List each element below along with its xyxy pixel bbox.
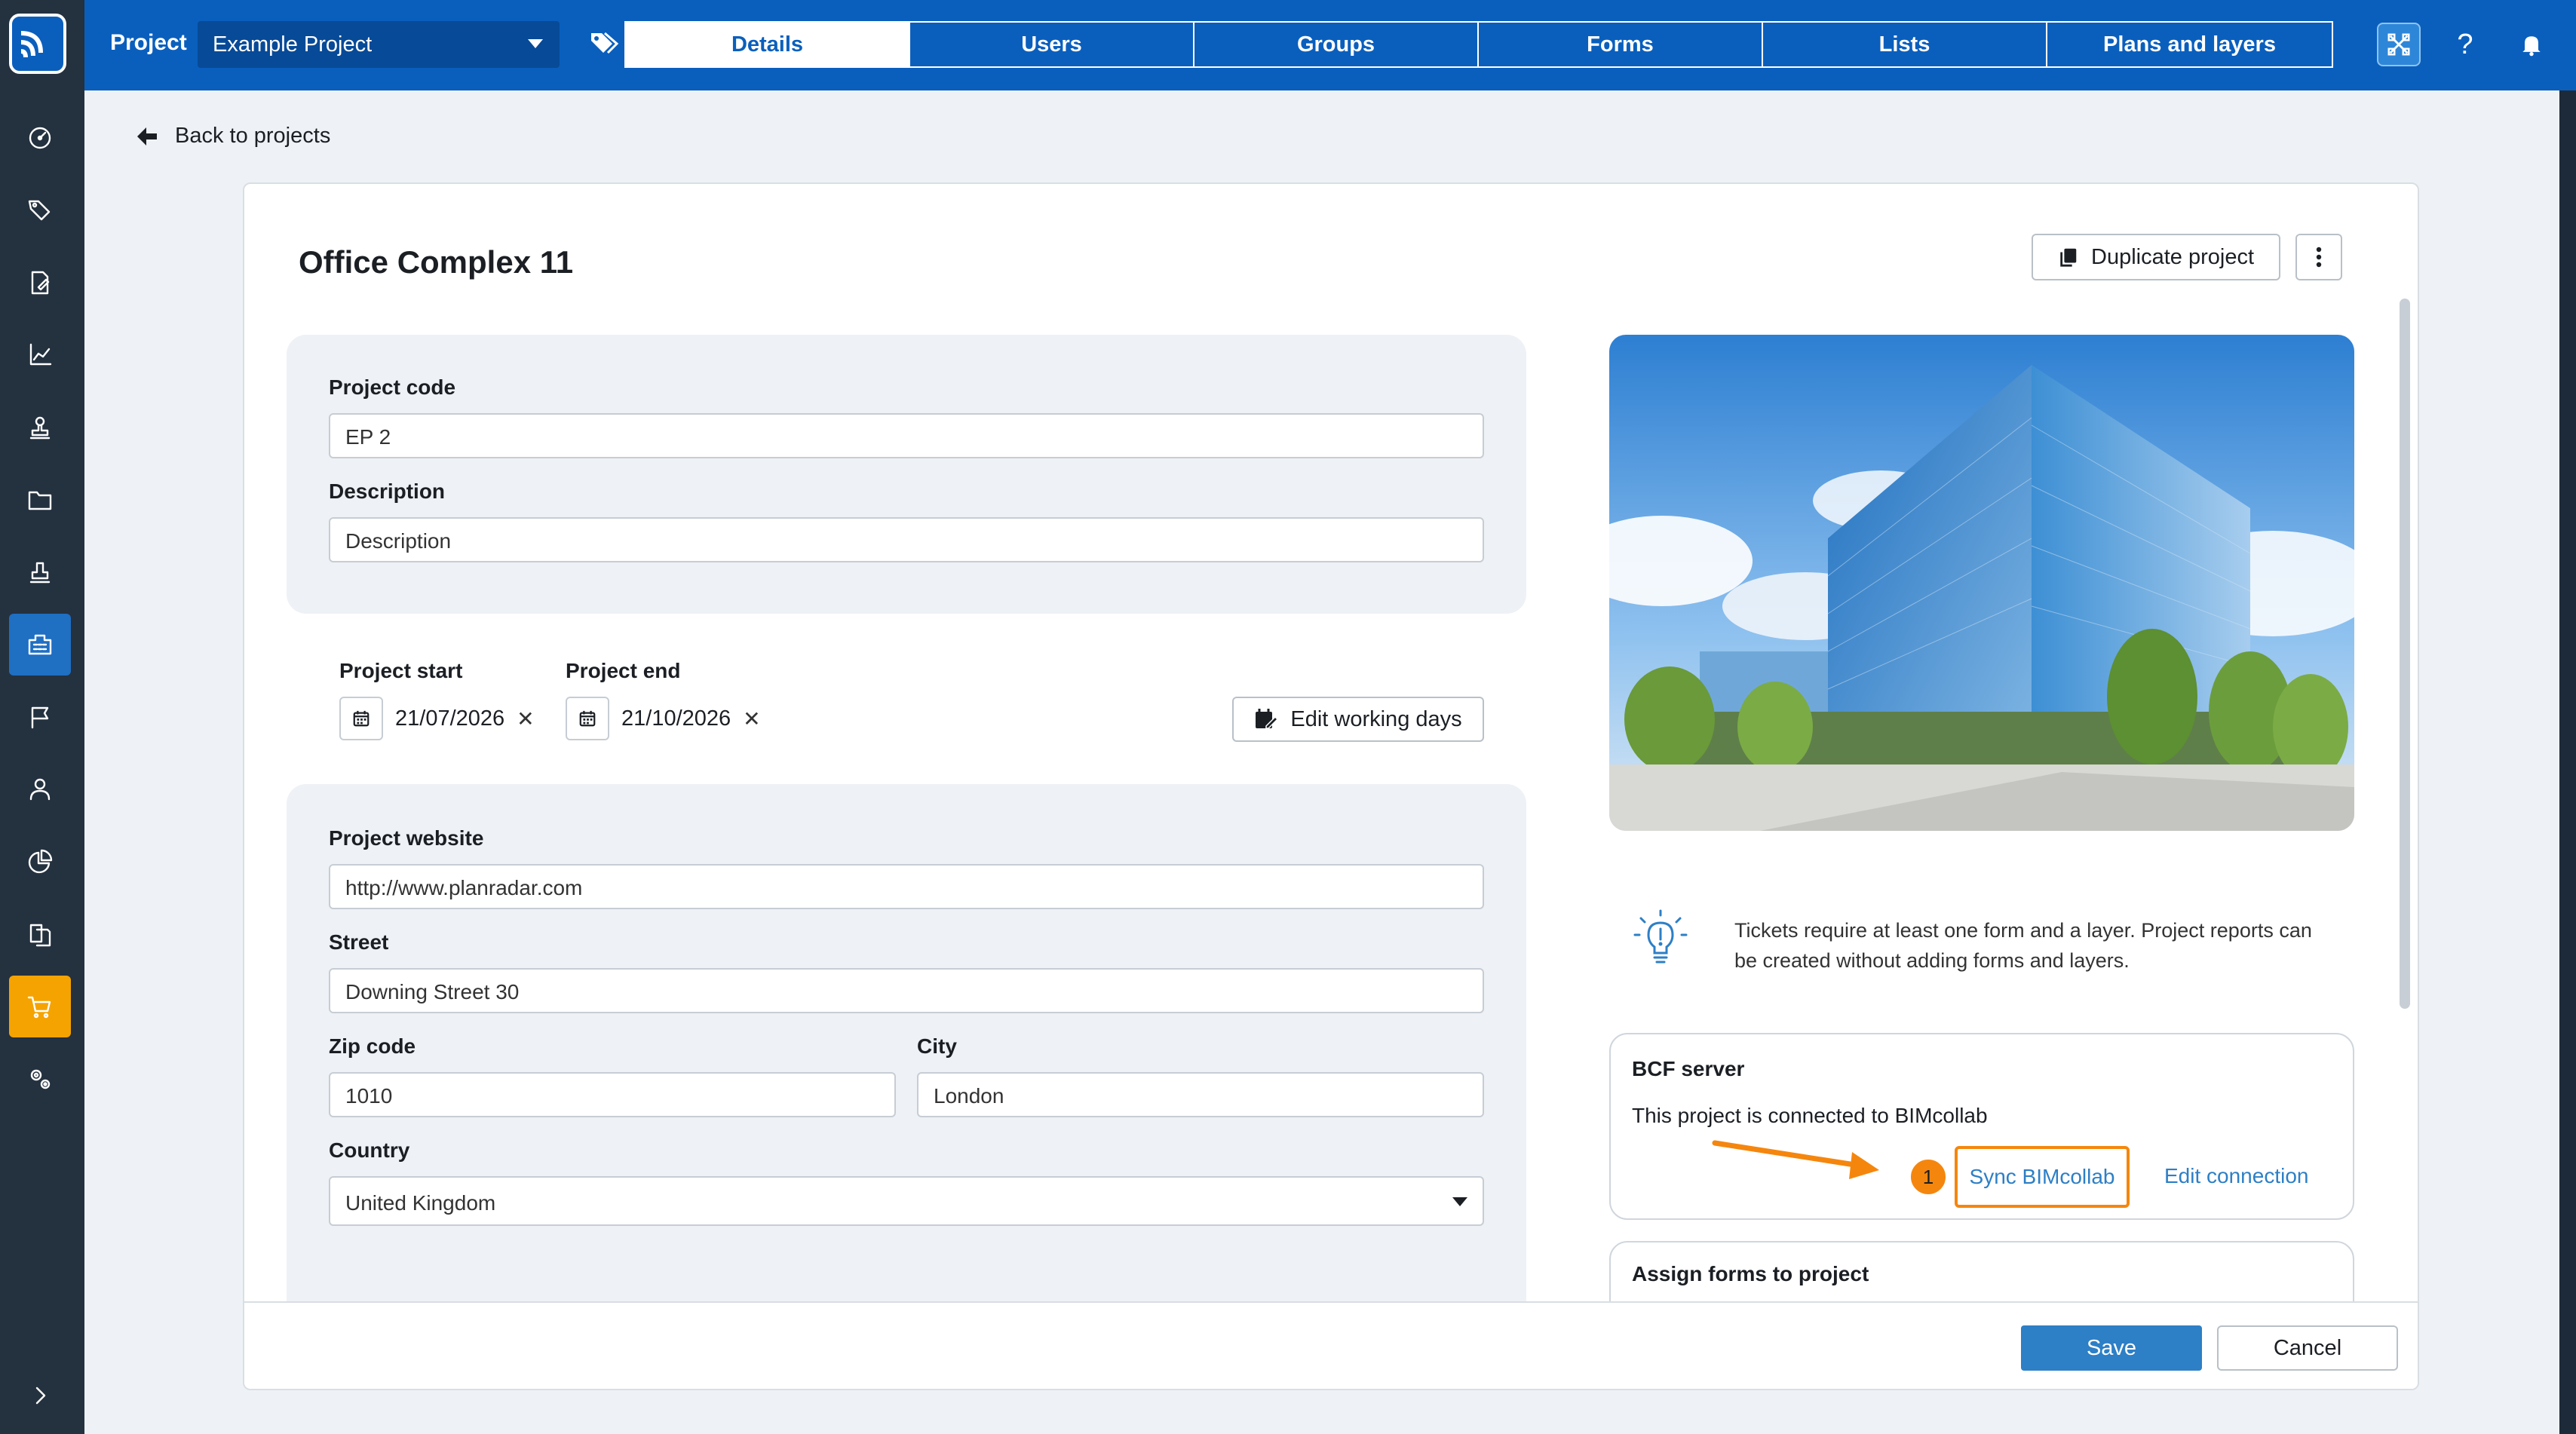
edit-working-days-button[interactable]: Edit working days (1232, 697, 1484, 742)
project-start-value[interactable]: 21/07/2026 (395, 706, 504, 731)
tab-groups[interactable]: Groups (1194, 23, 1479, 66)
project-end-value[interactable]: 21/10/2026 (621, 706, 731, 731)
country-select[interactable]: United Kingdom (329, 1176, 1484, 1226)
tab-details[interactable]: Details (626, 23, 910, 66)
flag-icon[interactable] (9, 686, 71, 748)
shop-cart-icon[interactable] (9, 976, 71, 1037)
apps-icon[interactable] (2377, 23, 2421, 66)
description-input[interactable]: Description (329, 517, 1484, 562)
top-navigation-bar: Project Example Project Details Users Gr… (84, 0, 2576, 90)
project-select-value: Example Project (213, 32, 373, 57)
calendar-edit-icon (1256, 709, 1279, 729)
tags-icon[interactable] (588, 30, 621, 57)
card-scrollbar[interactable] (2400, 299, 2410, 1009)
expand-chevron-icon[interactable] (9, 1365, 71, 1426)
tab-plans-and-layers[interactable]: Plans and layers (2047, 23, 2332, 66)
clear-start-icon[interactable]: ✕ (517, 706, 534, 731)
project-details-card: Office Complex 11 Duplicate project Proj… (243, 182, 2419, 1390)
step-badge: 1 (1909, 1158, 1947, 1196)
project-code-label: Project code (329, 375, 456, 399)
duplicate-project-button[interactable]: Duplicate project (2032, 234, 2280, 280)
project-end-label: Project end (566, 659, 681, 682)
page-title: Office Complex 11 (299, 244, 574, 280)
project-image[interactable] (1609, 335, 2354, 831)
edit-connection-link[interactable]: Edit connection (2164, 1164, 2308, 1188)
city-input[interactable]: London (917, 1072, 1484, 1117)
bell-icon[interactable] (2510, 23, 2553, 66)
kebab-menu-icon (2316, 247, 2322, 268)
window-edge (2559, 90, 2576, 1434)
project-tabs: Details Users Groups Forms Lists Plans a… (624, 21, 2333, 68)
back-label: Back to projects (175, 124, 331, 148)
project-start-label: Project start (339, 659, 463, 682)
calendar-icon[interactable] (339, 697, 383, 740)
country-value: United Kingdom (345, 1191, 496, 1215)
caret-down-icon (1452, 1197, 1467, 1206)
bcf-server-box: BCF server This project is connected to … (1609, 1033, 2354, 1220)
city-label: City (917, 1034, 957, 1058)
street-label: Street (329, 930, 389, 954)
clear-end-icon[interactable]: ✕ (743, 706, 760, 731)
lightbulb-icon (1633, 909, 1688, 964)
caret-down-icon (528, 39, 543, 48)
tickets-icon[interactable] (9, 179, 71, 241)
zip-code-input[interactable]: 1010 (329, 1072, 896, 1117)
save-button[interactable]: Save (2021, 1325, 2202, 1371)
approval-icon[interactable] (9, 541, 71, 603)
street-input[interactable]: Downing Street 30 (329, 968, 1484, 1013)
folder-icon[interactable] (9, 469, 71, 531)
project-website-label: Project website (329, 826, 484, 850)
reports-icon[interactable] (9, 252, 71, 314)
files-icon[interactable] (9, 903, 71, 965)
project-start-date: 21/07/2026 ✕ (339, 697, 535, 740)
zip-code-label: Zip code (329, 1034, 416, 1058)
general-info-panel: Project code EP 2 Description Descriptio… (287, 335, 1526, 614)
statistics-icon[interactable] (9, 324, 71, 386)
tab-forms[interactable]: Forms (1479, 23, 1763, 66)
card-footer: Save Cancel (244, 1301, 2418, 1389)
analytics-pie-icon[interactable] (9, 831, 71, 893)
project-select[interactable]: Example Project (198, 21, 560, 68)
project-end-date: 21/10/2026 ✕ (566, 697, 761, 740)
project-code-input[interactable]: EP 2 (329, 413, 1484, 458)
calendar-icon[interactable] (566, 697, 609, 740)
country-label: Country (329, 1138, 410, 1162)
help-icon[interactable]: ? (2443, 23, 2487, 66)
sidebar (0, 0, 84, 1434)
assign-forms-title: Assign forms to project (1632, 1262, 1869, 1285)
project-label: Project (110, 30, 187, 55)
cancel-button[interactable]: Cancel (2217, 1325, 2398, 1371)
edit-working-days-label: Edit working days (1290, 706, 1462, 731)
project-website-input[interactable]: http://www.planradar.com (329, 864, 1484, 909)
bcf-status-text: This project is connected to BIMcollab (1632, 1104, 1988, 1127)
duplicate-project-label: Duplicate project (2091, 244, 2254, 269)
forms-layers-hint: Tickets require at least one form and a … (1734, 919, 2312, 972)
back-to-projects-link[interactable]: Back to projects (136, 124, 330, 149)
dashboard-icon[interactable] (9, 107, 71, 169)
projects-icon[interactable] (9, 614, 71, 676)
settings-gears-icon[interactable] (9, 1048, 71, 1110)
copy-icon (2060, 248, 2077, 267)
sync-bimcollab-button[interactable]: Sync BIMcollab (1955, 1146, 2130, 1208)
description-label: Description (329, 480, 446, 503)
arrow-left-icon (137, 127, 157, 146)
planradar-logo[interactable] (9, 14, 66, 74)
annotation-arrow-icon (1712, 1140, 1879, 1179)
address-panel: Project website http://www.planradar.com… (287, 784, 1526, 1342)
stamp-icon[interactable] (9, 397, 71, 458)
tab-users[interactable]: Users (910, 23, 1194, 66)
tab-lists[interactable]: Lists (1763, 23, 2047, 66)
bcf-server-title: BCF server (1632, 1057, 1745, 1080)
user-icon[interactable] (9, 758, 71, 820)
more-options-button[interactable] (2295, 234, 2342, 280)
